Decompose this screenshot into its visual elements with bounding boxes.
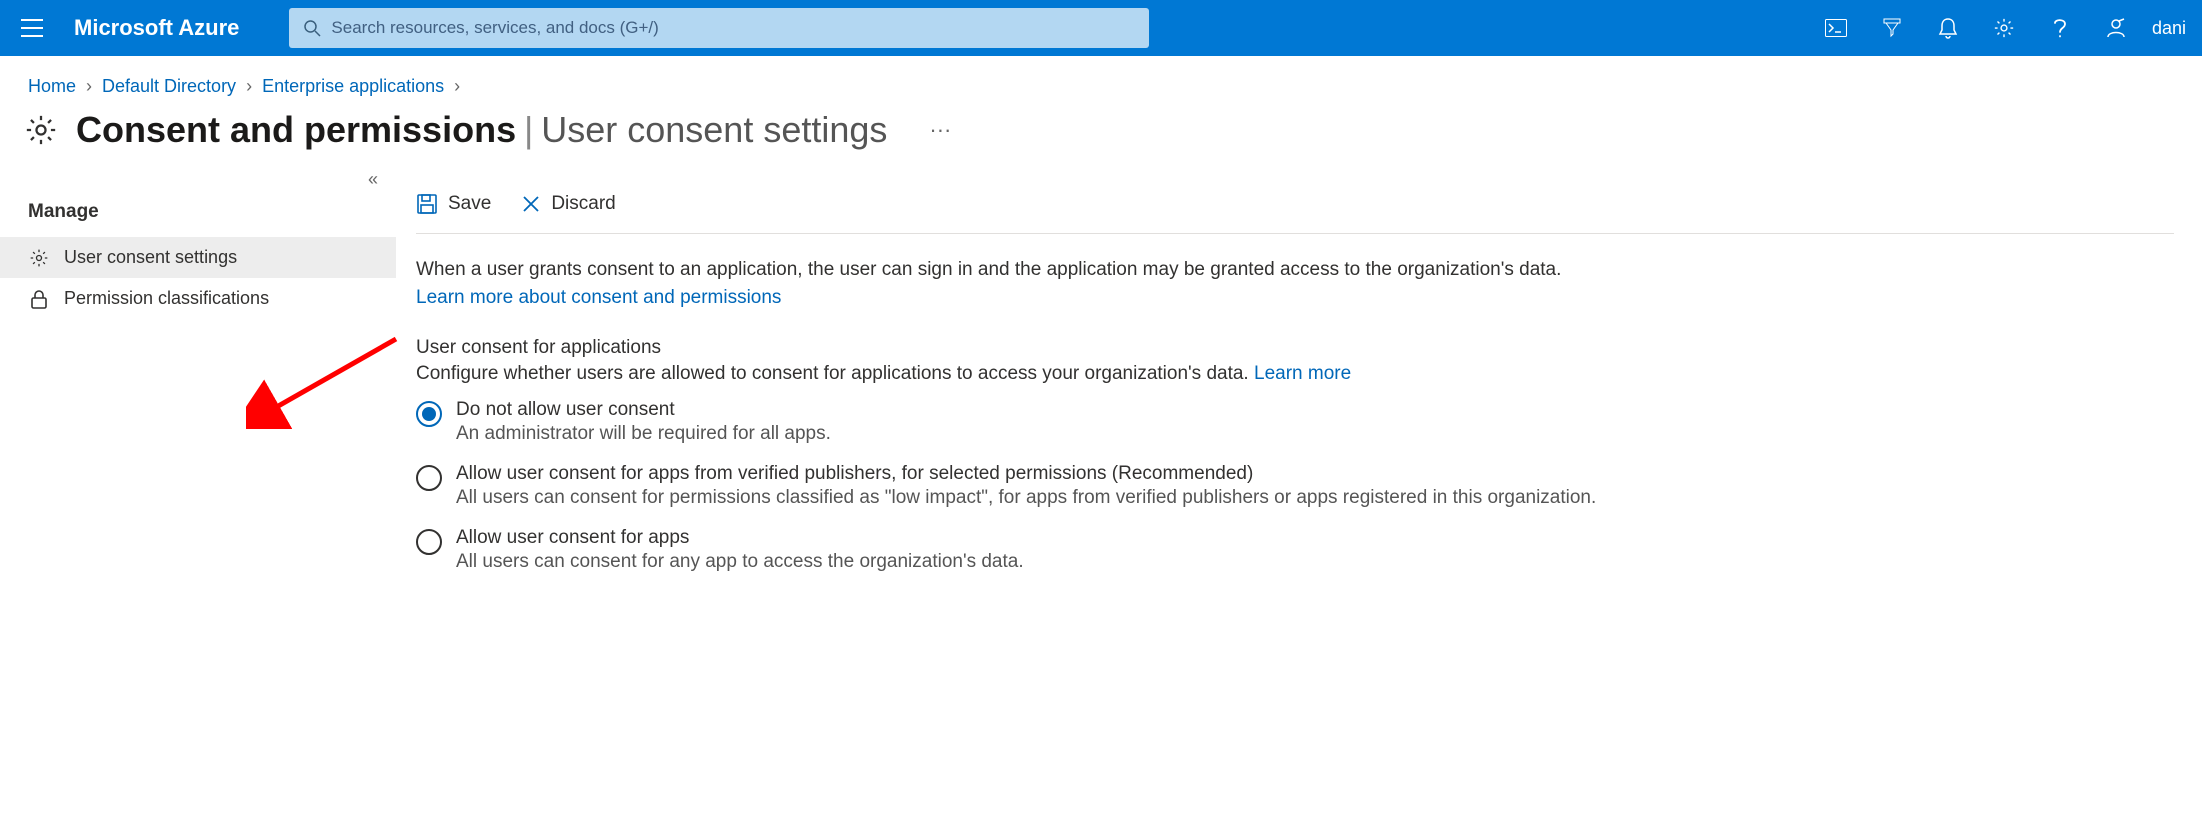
collapse-sidebar-icon[interactable]: «	[368, 169, 378, 190]
learn-more-consent-link[interactable]: Learn more about consent and permissions	[416, 287, 2174, 309]
toolbar: Save Discard	[416, 187, 2174, 234]
more-actions-button[interactable]: ···	[905, 117, 951, 143]
sidebar-item-user-consent-settings[interactable]: User consent settings	[0, 237, 396, 278]
radio-do-not-allow[interactable]: Do not allow user consent An administrat…	[416, 399, 2174, 445]
radio-title: Allow user consent for apps from verifie…	[456, 463, 1596, 485]
page-title-container: Consent and permissions | User consent s…	[76, 109, 887, 151]
chevron-right-icon: ›	[246, 76, 252, 97]
chevron-right-icon: ›	[86, 76, 92, 97]
user-name[interactable]: dani	[2144, 18, 2194, 39]
save-label: Save	[448, 193, 491, 215]
sidebar-section-manage: Manage	[0, 177, 396, 237]
section-subtitle-text: Configure whether users are allowed to c…	[416, 363, 1254, 384]
radio-allow-all[interactable]: Allow user consent for apps All users ca…	[416, 527, 2174, 573]
gear-icon	[24, 113, 58, 147]
radio-title: Do not allow user consent	[456, 399, 831, 421]
breadcrumb-enterprise-apps[interactable]: Enterprise applications	[262, 76, 444, 97]
section-subtitle: Configure whether users are allowed to c…	[416, 363, 2174, 385]
discard-label: Discard	[551, 193, 615, 215]
save-icon	[416, 193, 438, 215]
settings-gear-icon[interactable]	[1976, 0, 2032, 56]
hamburger-menu-icon[interactable]	[8, 0, 56, 56]
page-subtitle: User consent settings	[541, 109, 887, 150]
title-divider: |	[520, 109, 537, 150]
sidebar-item-label: User consent settings	[64, 247, 237, 268]
breadcrumb-home[interactable]: Home	[28, 76, 76, 97]
gear-icon	[28, 248, 50, 268]
radio-title: Allow user consent for apps	[456, 527, 1024, 549]
radio-desc: All users can consent for any app to acc…	[456, 551, 1024, 573]
filter-icon[interactable]	[1864, 0, 1920, 56]
brand-label[interactable]: Microsoft Azure	[56, 15, 263, 41]
search-placeholder: Search resources, services, and docs (G+…	[331, 18, 658, 38]
page-title-row: Consent and permissions | User consent s…	[0, 103, 2202, 177]
user-consent-radio-group: Do not allow user consent An administrat…	[416, 399, 2174, 573]
radio-verified-publishers[interactable]: Allow user consent for apps from verifie…	[416, 463, 2174, 509]
learn-more-link[interactable]: Learn more	[1254, 363, 1351, 384]
content-layout: « Manage User consent settings Permissio…	[0, 177, 2202, 613]
radio-text: Do not allow user consent An administrat…	[456, 399, 831, 445]
intro-text: When a user grants consent to an applica…	[416, 256, 2174, 285]
lock-icon	[28, 289, 50, 309]
feedback-icon[interactable]	[2088, 0, 2144, 56]
radio-icon	[416, 401, 442, 427]
save-button[interactable]: Save	[416, 193, 491, 215]
chevron-right-icon: ›	[454, 76, 460, 97]
radio-text: Allow user consent for apps from verifie…	[456, 463, 1596, 509]
sidebar-item-label: Permission classifications	[64, 288, 269, 309]
cloud-shell-icon[interactable]	[1808, 0, 1864, 56]
discard-button[interactable]: Discard	[521, 193, 615, 215]
sidebar-item-permission-classifications[interactable]: Permission classifications	[0, 278, 396, 319]
global-search-input[interactable]: Search resources, services, and docs (G+…	[289, 8, 1149, 48]
radio-desc: An administrator will be required for al…	[456, 423, 831, 445]
radio-desc: All users can consent for permissions cl…	[456, 487, 1596, 509]
help-icon[interactable]	[2032, 0, 2088, 56]
annotation-arrow-icon	[246, 329, 406, 429]
notifications-icon[interactable]	[1920, 0, 1976, 56]
breadcrumb: Home › Default Directory › Enterprise ap…	[0, 56, 2202, 103]
sidebar: « Manage User consent settings Permissio…	[0, 177, 396, 319]
section-title: User consent for applications	[416, 337, 2174, 359]
breadcrumb-directory[interactable]: Default Directory	[102, 76, 236, 97]
close-icon	[521, 194, 541, 214]
radio-icon	[416, 529, 442, 555]
radio-icon	[416, 465, 442, 491]
radio-text: Allow user consent for apps All users ca…	[456, 527, 1024, 573]
main-panel: Save Discard When a user grants consent …	[396, 177, 2202, 613]
search-icon	[303, 19, 321, 37]
topbar-actions: dani	[1808, 0, 2194, 56]
page-title: Consent and permissions	[76, 109, 516, 150]
top-bar: Microsoft Azure Search resources, servic…	[0, 0, 2202, 56]
